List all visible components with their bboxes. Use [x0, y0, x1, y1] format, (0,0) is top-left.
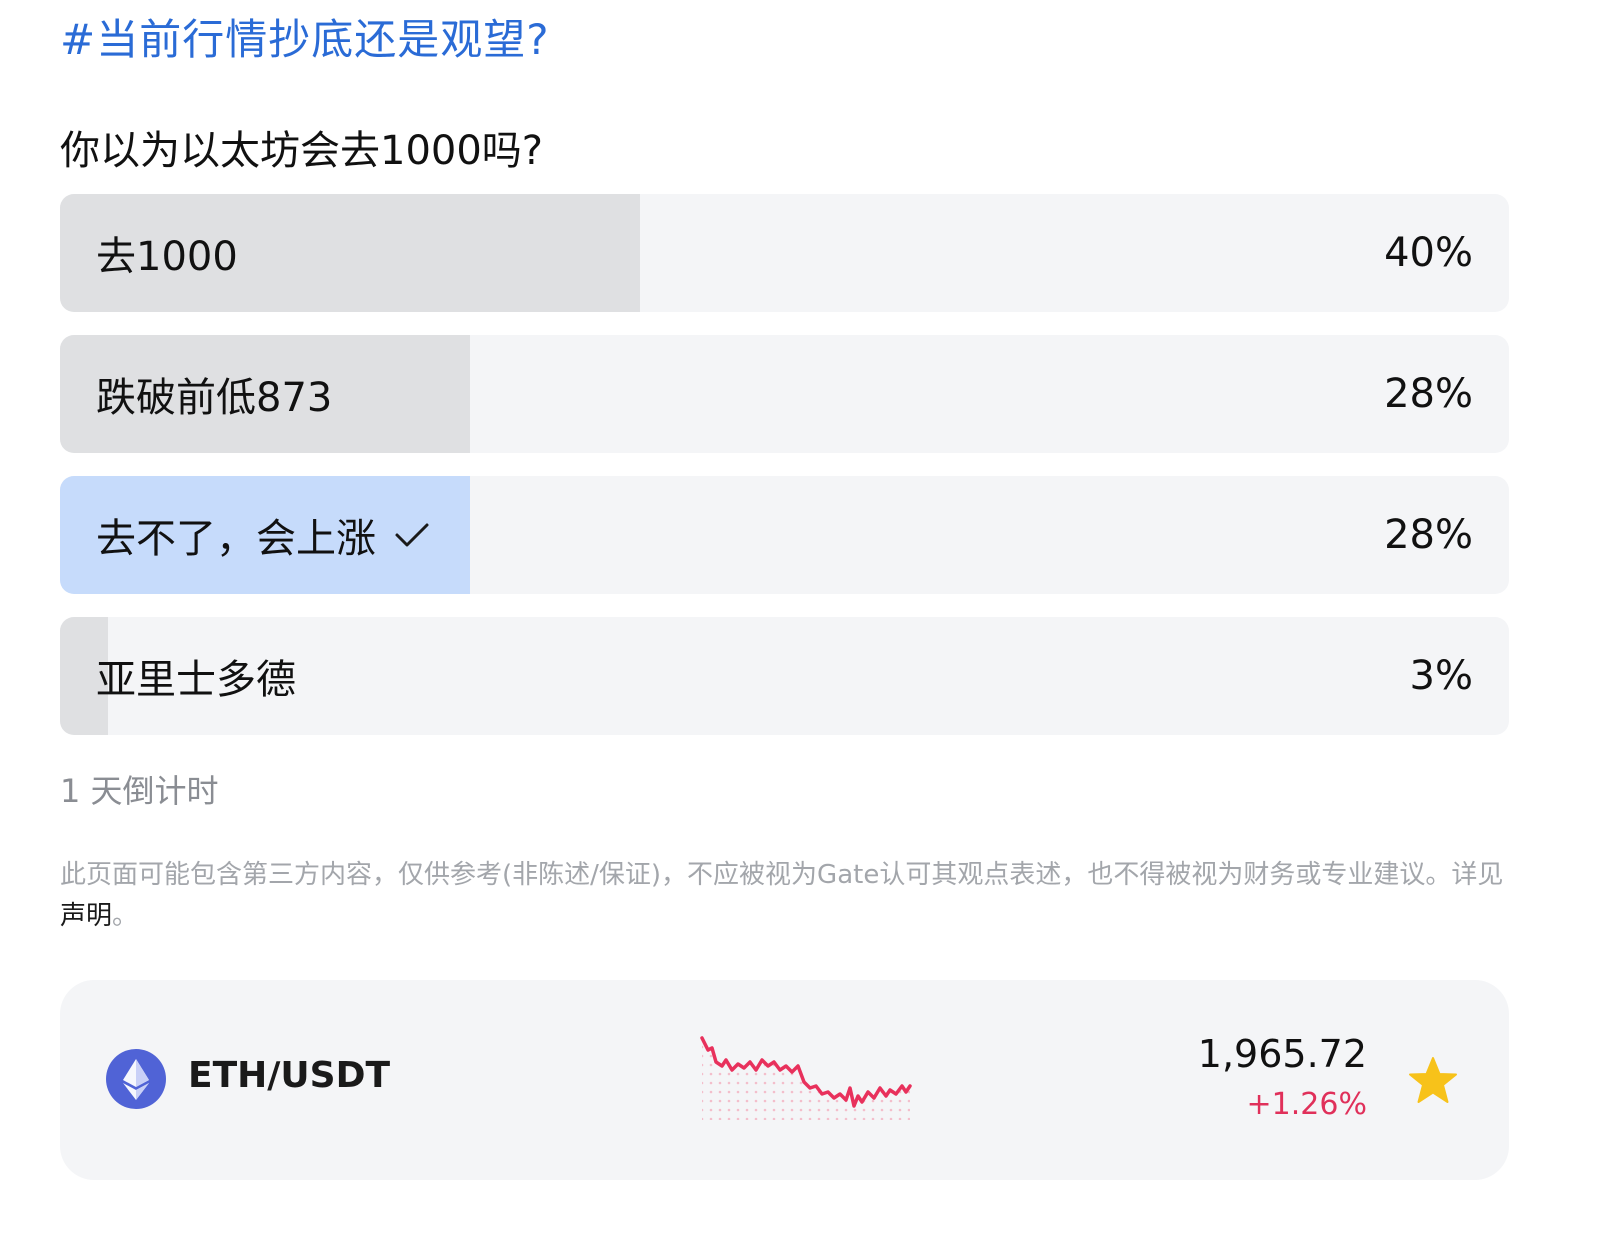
poll-option-label: 亚里士多德 [96, 657, 296, 703]
poll-option-percent: 3% [1409, 653, 1473, 699]
poll-option-1[interactable]: 去1000 40% [60, 194, 1509, 312]
poll-option-label: 跌破前低873 [96, 375, 333, 421]
ticker-change: +1.26% [1246, 1087, 1367, 1122]
poll-option-2[interactable]: 跌破前低873 28% [60, 335, 1509, 453]
checkmark-icon [394, 520, 430, 550]
sparkline-chart [700, 1036, 960, 1130]
poll-option-4[interactable]: 亚里士多德 3% [60, 617, 1509, 735]
ethereum-icon [106, 1049, 166, 1109]
disclaimer-text: 此页面可能包含第三方内容，仅供参考(非陈述/保证)，不应被视为Gate认可其观点… [60, 860, 1504, 890]
ticker-price: 1,965.72 [1197, 1032, 1367, 1076]
poll-option-percent: 28% [1384, 371, 1473, 417]
poll-option-label: 去1000 [96, 234, 238, 280]
star-icon[interactable] [1407, 1056, 1459, 1110]
poll-option-percent: 40% [1384, 230, 1473, 276]
poll-options: 去1000 40% 跌破前低873 28% 去不了，会上涨 28% 亚里士多德 … [60, 194, 1509, 758]
ticker-pair: ETH/USDT [188, 1055, 391, 1096]
poll-option-percent: 28% [1384, 512, 1473, 558]
topic-hashtag[interactable]: #当前行情抄底还是观望? [60, 6, 549, 67]
poll-option-label: 去不了，会上涨 [96, 516, 376, 562]
disclaimer: 此页面可能包含第三方内容，仅供参考(非陈述/保证)，不应被视为Gate认可其观点… [60, 855, 1520, 937]
poll-question: 你以为以太坊会去1000吗? [60, 128, 544, 174]
poll-option-3[interactable]: 去不了，会上涨 28% [60, 476, 1509, 594]
disclaimer-end: 。 [112, 901, 139, 931]
disclaimer-link[interactable]: 声明 [60, 901, 112, 931]
poll-countdown: 1 天倒计时 [60, 772, 219, 810]
ticker-card[interactable]: ETH/USDT 1,965.72 +1.26% [60, 980, 1509, 1180]
